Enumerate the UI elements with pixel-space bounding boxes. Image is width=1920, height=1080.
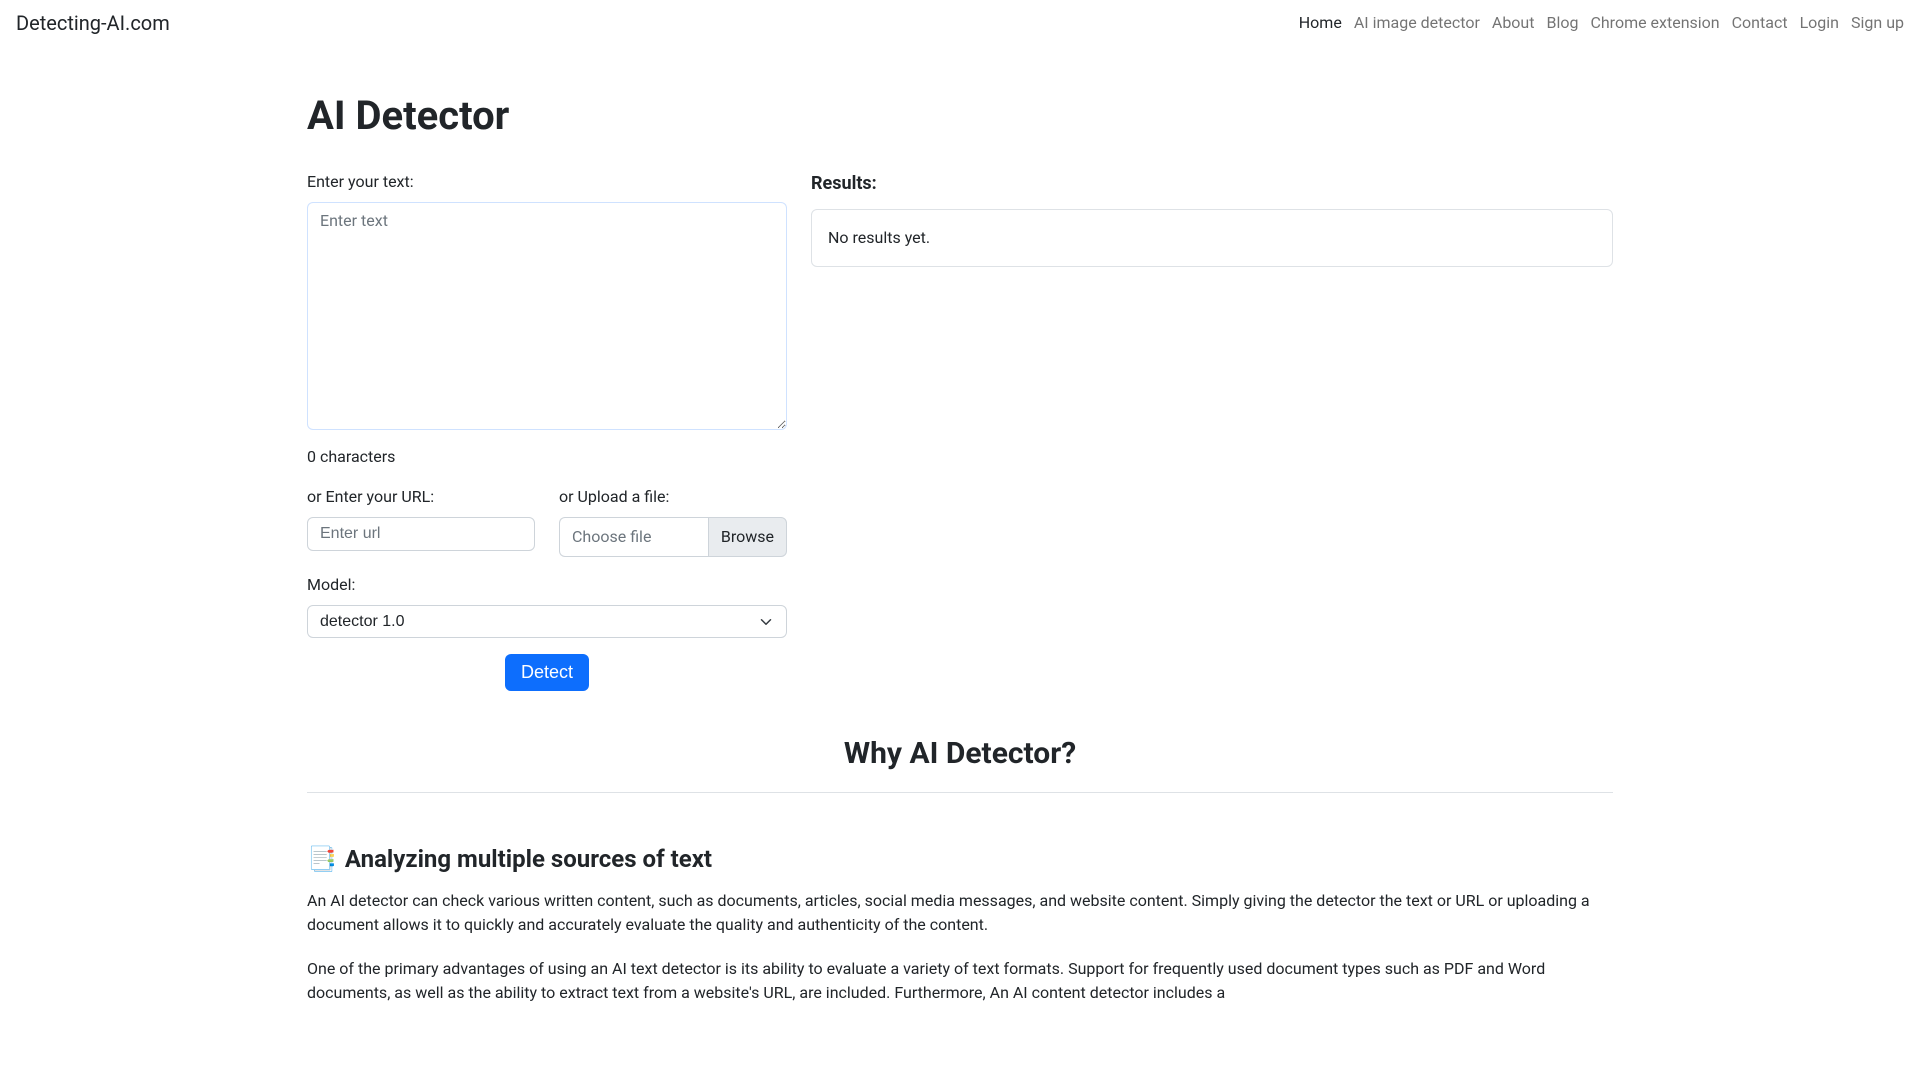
model-select[interactable]: detector 1.0 xyxy=(307,605,787,638)
detect-button[interactable]: Detect xyxy=(505,654,589,691)
navbar: Detecting-AI.com Home AI image detector … xyxy=(0,0,1920,46)
results-card: No results yet. xyxy=(811,209,1613,267)
file-browse-button[interactable]: Browse xyxy=(708,517,787,557)
results-empty-text: No results yet. xyxy=(828,228,930,247)
page-title: AI Detector xyxy=(307,86,1920,146)
input-column: Enter your text: 0 characters or Enter y… xyxy=(307,170,787,691)
divider xyxy=(307,792,1613,793)
nav-link-contact[interactable]: Contact xyxy=(1732,9,1788,36)
nav-link-ai-image-detector[interactable]: AI image detector xyxy=(1354,9,1480,36)
url-label: or Enter your URL: xyxy=(307,485,535,509)
document-icon: 📑 xyxy=(307,841,337,877)
feature-title-text: Analyzing multiple sources of text xyxy=(345,841,712,877)
nav-link-login[interactable]: Login xyxy=(1800,9,1839,36)
feature-paragraph-2: One of the primary advantages of using a… xyxy=(307,957,1613,1005)
text-label: Enter your text: xyxy=(307,170,787,194)
nav-link-about[interactable]: About xyxy=(1492,9,1535,36)
nav-link-chrome-extension[interactable]: Chrome extension xyxy=(1590,9,1719,36)
navbar-nav: Home AI image detector About Blog Chrome… xyxy=(1299,11,1904,35)
url-input[interactable] xyxy=(307,517,535,551)
nav-link-blog[interactable]: Blog xyxy=(1546,9,1578,36)
feature-paragraph-1: An AI detector can check various written… xyxy=(307,889,1613,937)
char-count: 0 characters xyxy=(307,445,787,469)
nav-link-home[interactable]: Home xyxy=(1299,9,1342,36)
file-input-group[interactable]: Choose file Browse xyxy=(559,517,787,557)
feature-section: 📑 Analyzing multiple sources of text An … xyxy=(0,841,1920,1005)
why-title: Why AI Detector? xyxy=(0,731,1920,776)
file-label: or Upload a file: xyxy=(559,485,787,509)
results-title: Results: xyxy=(811,170,1613,197)
feature-title: 📑 Analyzing multiple sources of text xyxy=(307,841,1613,877)
results-column: Results: No results yet. xyxy=(811,170,1613,691)
nav-link-signup[interactable]: Sign up xyxy=(1851,9,1904,36)
model-label: Model: xyxy=(307,573,787,597)
navbar-brand[interactable]: Detecting-AI.com xyxy=(16,8,170,38)
file-placeholder: Choose file xyxy=(559,517,708,557)
text-input[interactable] xyxy=(307,202,787,430)
